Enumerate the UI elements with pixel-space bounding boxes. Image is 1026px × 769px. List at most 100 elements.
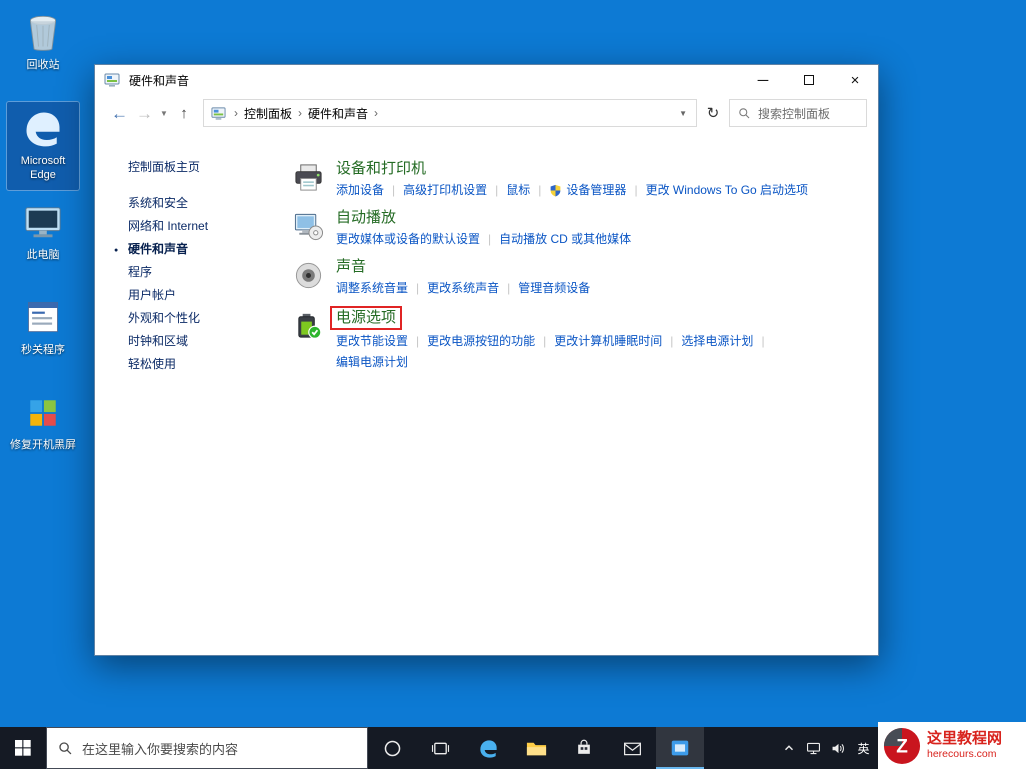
sidebar-item-2[interactable]: ●硬件和声音 xyxy=(128,238,292,261)
sidebar-item-label: 系统和安全 xyxy=(128,196,188,210)
sidebar-item-3[interactable]: 程序 xyxy=(128,261,292,284)
mail-icon xyxy=(622,738,643,759)
breadcrumb-location-icon xyxy=(211,106,226,121)
autoplay-icon[interactable] xyxy=(292,208,324,249)
category-list: 设备和打印机添加设备|高级打印机设置|鼠标|设备管理器|更改 Windows T… xyxy=(292,131,878,655)
desktop-icon-quick-close[interactable]: 秒关程序 xyxy=(6,291,80,381)
task-link-label: 鼠标 xyxy=(506,181,530,200)
desktop-icon-fix-boot[interactable]: 修复开机黑屏 xyxy=(6,386,80,476)
task-link[interactable]: 编辑电源计划 xyxy=(336,353,408,372)
sidebar-item-5[interactable]: 外观和个性化 xyxy=(128,307,292,330)
task-link[interactable]: 更改系统声音 xyxy=(427,279,499,298)
file-explorer-button[interactable] xyxy=(512,727,560,769)
volume-tray-button[interactable] xyxy=(826,727,851,769)
sidebar-item-4[interactable]: 用户帐户 xyxy=(128,284,292,307)
fix-boot-icon xyxy=(23,390,63,436)
task-link[interactable]: 设备管理器 xyxy=(549,181,626,200)
ime-indicator[interactable]: 英 xyxy=(851,727,876,769)
desktop-icon-edge[interactable]: Microsoft Edge xyxy=(6,101,80,191)
breadcrumb-chevron-icon[interactable]: › xyxy=(228,106,244,120)
category-title-link[interactable]: 自动播放 xyxy=(336,209,396,226)
task-link[interactable]: 调整系统音量 xyxy=(336,279,408,298)
link-separator: | xyxy=(626,181,645,200)
desktop-icon-this-pc[interactable]: 此电脑 xyxy=(6,196,80,286)
link-separator: | xyxy=(499,279,518,298)
sidebar-item-7[interactable]: 轻松使用 xyxy=(128,353,292,376)
taskbar-search-input[interactable]: 在这里输入你要搜索的内容 xyxy=(46,727,368,769)
maximize-button[interactable] xyxy=(786,65,832,95)
windows-logo-icon xyxy=(15,740,31,756)
breadcrumb-item[interactable]: 控制面板 xyxy=(244,105,292,122)
task-link[interactable]: 更改 Windows To Go 启动选项 xyxy=(646,181,808,200)
minimize-button[interactable]: ─ xyxy=(740,65,786,95)
task-link[interactable]: 更改媒体或设备的默认设置 xyxy=(336,230,480,249)
link-separator: | xyxy=(480,230,499,249)
sidebar-item-0[interactable]: 系统和安全 xyxy=(128,192,292,215)
chevron-up-icon xyxy=(783,742,795,754)
cortana-button[interactable] xyxy=(368,727,416,769)
store-button[interactable] xyxy=(560,727,608,769)
sidebar-item-label: 硬件和声音 xyxy=(128,242,188,256)
taskbar-search-placeholder: 在这里输入你要搜索的内容 xyxy=(82,739,238,758)
sidebar-item-label: 外观和个性化 xyxy=(128,311,200,325)
desktop-icon-recycle-bin[interactable]: 回收站 xyxy=(6,6,80,96)
back-button[interactable]: ← xyxy=(107,105,132,122)
task-view-button[interactable] xyxy=(416,727,464,769)
speaker-icon xyxy=(830,740,847,757)
task-link-label: 更改媒体或设备的默认设置 xyxy=(336,230,480,249)
task-link[interactable]: 高级打印机设置 xyxy=(403,181,487,200)
category-title-link[interactable]: 电源选项 xyxy=(330,306,402,330)
quick-close-icon xyxy=(23,295,63,341)
mail-button[interactable] xyxy=(608,727,656,769)
sidebar: 控制面板主页 系统和安全网络和 Internet●硬件和声音程序用户帐户外观和个… xyxy=(95,131,292,655)
uac-shield-icon xyxy=(549,184,562,197)
forward-button[interactable]: → xyxy=(132,105,157,122)
edge-taskbar-button[interactable] xyxy=(464,727,512,769)
task-link-label: 自动播放 CD 或其他媒体 xyxy=(499,230,631,249)
printer-icon[interactable] xyxy=(292,159,324,200)
sidebar-home-link[interactable]: 控制面板主页 xyxy=(128,158,292,175)
category-title-link[interactable]: 设备和打印机 xyxy=(336,160,426,177)
folder-icon xyxy=(525,737,548,760)
network-tray-button[interactable] xyxy=(801,727,826,769)
task-link[interactable]: 更改节能设置 xyxy=(336,332,408,351)
task-link[interactable]: 管理音频设备 xyxy=(518,279,590,298)
task-link[interactable]: 更改计算机睡眠时间 xyxy=(554,332,662,351)
search-icon xyxy=(738,107,751,120)
link-separator: | xyxy=(408,332,427,351)
task-link-label: 更改计算机睡眠时间 xyxy=(554,332,662,351)
sidebar-item-label: 用户帐户 xyxy=(128,288,176,302)
close-button[interactable]: × xyxy=(832,65,878,95)
sidebar-item-1[interactable]: 网络和 Internet xyxy=(128,215,292,238)
breadcrumb-chevron-icon[interactable]: › xyxy=(292,106,308,120)
task-link-label: 更改 Windows To Go 启动选项 xyxy=(646,181,808,200)
recent-pages-dropdown-icon[interactable]: ▼ xyxy=(157,109,171,118)
cortana-icon xyxy=(383,739,402,758)
breadcrumb-chevron-icon[interactable]: › xyxy=(368,106,384,120)
active-app-button[interactable] xyxy=(656,727,704,769)
task-link[interactable]: 选择电源计划 xyxy=(681,332,753,351)
sidebar-item-6[interactable]: 时钟和区域 xyxy=(128,330,292,353)
navigation-bar: ← → ▼ ↑ ›控制面板›硬件和声音› ▼ ↻ 搜索控制面板 xyxy=(95,95,878,131)
breadcrumb-item[interactable]: 硬件和声音 xyxy=(308,105,368,122)
power-icon[interactable] xyxy=(292,306,324,372)
task-link-label: 编辑电源计划 xyxy=(336,353,408,372)
category-title-link[interactable]: 声音 xyxy=(336,258,366,275)
task-link[interactable]: 鼠标 xyxy=(506,181,530,200)
task-link-label: 选择电源计划 xyxy=(681,332,753,351)
tray-expand-button[interactable] xyxy=(776,727,801,769)
breadcrumb-dropdown-icon[interactable]: ▼ xyxy=(679,109,689,118)
task-link[interactable]: 自动播放 CD 或其他媒体 xyxy=(499,230,631,249)
breadcrumb[interactable]: ›控制面板›硬件和声音› ▼ xyxy=(203,99,697,127)
sound-icon[interactable] xyxy=(292,257,324,298)
task-link-label: 添加设备 xyxy=(336,181,384,200)
link-separator: | xyxy=(530,181,549,200)
control-panel-search-input[interactable]: 搜索控制面板 xyxy=(729,99,867,127)
start-button[interactable] xyxy=(0,727,46,769)
watermark-title: 这里教程网 xyxy=(927,730,1002,748)
refresh-button[interactable]: ↻ xyxy=(697,99,729,127)
task-link[interactable]: 更改电源按钮的功能 xyxy=(427,332,535,351)
up-button[interactable]: ↑ xyxy=(171,105,197,122)
task-link[interactable]: 添加设备 xyxy=(336,181,384,200)
task-link-label: 管理音频设备 xyxy=(518,279,590,298)
